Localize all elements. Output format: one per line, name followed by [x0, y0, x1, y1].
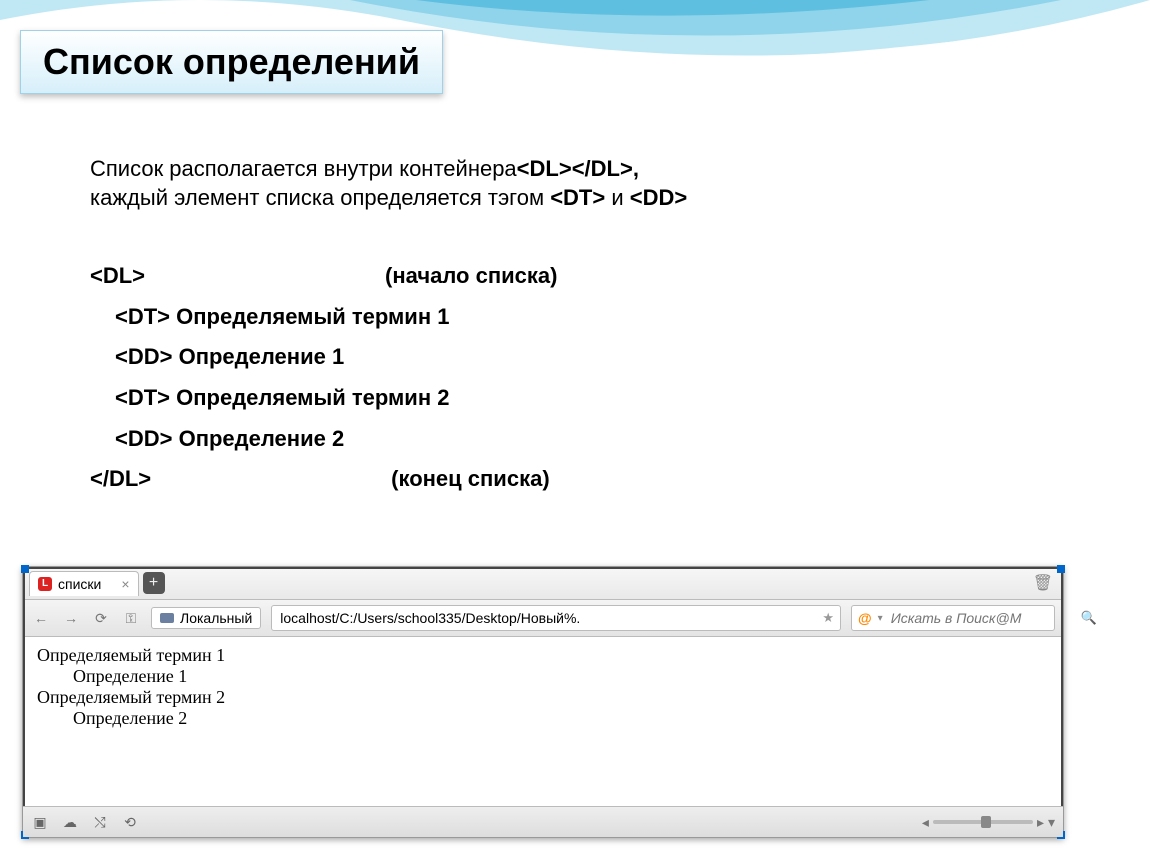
opera-icon: L	[38, 577, 52, 591]
code-text: Определяемый термин 1	[170, 304, 449, 329]
slide-content: Список располагается внутри контейнера<D…	[90, 155, 1070, 506]
desc-text: Список располагается внутри контейнера	[90, 156, 517, 181]
trash-icon[interactable]: 🗑	[1033, 573, 1053, 593]
zoom-slider[interactable]: ◂ ▸ ▾	[922, 814, 1055, 831]
slide: Список определений Список располагается …	[0, 0, 1150, 864]
forward-button[interactable]: →	[61, 610, 81, 626]
local-label: Локальный	[180, 610, 252, 626]
mailru-icon: @	[858, 610, 872, 626]
code-text: Определение 1	[172, 344, 344, 369]
address-bar[interactable]: ★	[271, 605, 841, 631]
definition-desc: Определение 2	[73, 708, 1049, 729]
code-comment: (начало списка)	[385, 263, 557, 288]
tab-bar: L списки × + 🗑	[23, 567, 1063, 600]
browser-window: L списки × + 🗑 ← → ⟳ ⚿ Локальный ★ @ ▾	[22, 566, 1064, 838]
code-block: <DL> (начало списка) <DT> Определяемый те…	[90, 262, 1070, 494]
desc-text: и	[605, 185, 630, 210]
code-tag: <DT>	[115, 385, 170, 410]
local-button[interactable]: Локальный	[151, 607, 261, 629]
reload-button[interactable]: ⟳	[91, 610, 111, 627]
search-icon[interactable]: 🔍	[1081, 610, 1097, 626]
code-text: Определяемый термин 2	[170, 385, 449, 410]
browser-tab[interactable]: L списки ×	[29, 571, 139, 596]
code-comment: (конец списка)	[391, 466, 550, 491]
code-tag: <DL>	[90, 263, 145, 288]
nav-bar: ← → ⟳ ⚿ Локальный ★ @ ▾ 🔍	[23, 600, 1063, 637]
slide-title: Список определений	[43, 41, 420, 82]
cloud-icon[interactable]: ☁	[61, 814, 79, 831]
close-icon[interactable]: ×	[121, 576, 129, 592]
new-tab-button[interactable]: +	[143, 572, 165, 594]
definition-term: Определяемый термин 2	[37, 687, 1049, 708]
desc-tag: <DT>	[550, 185, 605, 210]
address-input[interactable]	[278, 609, 816, 627]
code-tag: <DT>	[115, 304, 170, 329]
sync-icon[interactable]: ⟲	[121, 814, 139, 831]
desc-tag: </DL>,	[572, 156, 639, 181]
search-input[interactable]	[889, 609, 1075, 627]
panel-icon[interactable]: ▣	[31, 814, 49, 831]
tab-title: списки	[58, 576, 101, 592]
code-tag: <DD>	[115, 344, 172, 369]
share-icon[interactable]: ⤭	[91, 814, 109, 831]
zoom-dropdown-icon[interactable]: ▾	[1048, 814, 1055, 831]
title-box: Список определений	[20, 30, 443, 94]
bookmark-icon[interactable]: ★	[822, 610, 834, 626]
code-tag: <DD>	[115, 426, 172, 451]
code-text: Определение 2	[172, 426, 344, 451]
desc-text: каждый элемент списка определяется тэгом	[90, 185, 550, 210]
browser-viewport: Определяемый термин 1 Определение 1 Опре…	[23, 637, 1063, 803]
back-button[interactable]: ←	[31, 610, 51, 626]
slider-thumb[interactable]	[981, 816, 991, 828]
zoom-in-icon[interactable]: ▸	[1037, 814, 1044, 831]
zoom-out-icon[interactable]: ◂	[922, 814, 929, 831]
search-bar[interactable]: @ ▾ 🔍	[851, 605, 1055, 631]
desc-tag: <DD>	[630, 185, 687, 210]
definition-term: Определяемый термин 1	[37, 645, 1049, 666]
code-tag: </DL>	[90, 466, 151, 491]
monitor-icon	[160, 613, 174, 623]
key-icon[interactable]: ⚿	[121, 610, 141, 627]
desc-tag: <DL>	[517, 156, 572, 181]
slider-track[interactable]	[933, 820, 1033, 824]
status-bar: ▣ ☁ ⤭ ⟲ ◂ ▸ ▾	[23, 806, 1063, 837]
dropdown-icon[interactable]: ▾	[878, 613, 883, 624]
description: Список располагается внутри контейнера<D…	[90, 155, 1070, 212]
definition-desc: Определение 1	[73, 666, 1049, 687]
